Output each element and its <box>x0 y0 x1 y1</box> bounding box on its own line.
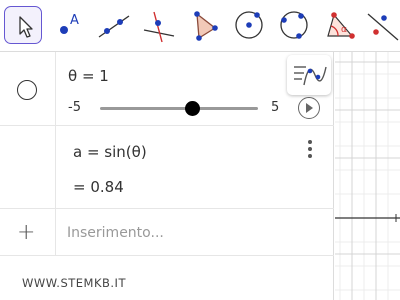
line-icon <box>98 15 130 38</box>
slider-max-label: 5 <box>271 100 280 115</box>
point-icon: A <box>60 13 79 34</box>
algebra-view: θ = 1 -5 5 a = sin(θ) = 0.84 + Inserimen… <box>0 52 334 300</box>
marble-column <box>0 52 56 125</box>
marble-column <box>0 126 56 208</box>
polygon-tool-button[interactable] <box>185 6 223 44</box>
slider-expression[interactable]: θ = 1 <box>68 67 109 85</box>
more-options-icon[interactable] <box>306 140 314 160</box>
function-row[interactable]: a = sin(θ) = 0.84 <box>0 126 334 209</box>
toolbar: A α <box>0 0 400 52</box>
circle-center-icon <box>235 11 263 39</box>
point-label: A <box>70 13 79 28</box>
graphics-view[interactable] <box>335 52 400 300</box>
arrow-cursor-icon <box>19 16 33 38</box>
function-result: = 0.84 <box>73 178 124 196</box>
input-bar[interactable]: Inserimento... <box>67 225 164 241</box>
input-row[interactable]: + Inserimento... <box>0 209 334 256</box>
polygon-icon <box>194 11 218 41</box>
play-button[interactable] <box>298 97 320 119</box>
style-bar-button[interactable] <box>287 55 331 95</box>
point-tool-button[interactable]: A <box>50 6 88 44</box>
visibility-toggle[interactable] <box>17 80 37 100</box>
angle-tool-button[interactable]: α <box>320 6 358 44</box>
circle-three-points-tool-button[interactable] <box>275 6 313 44</box>
function-definition[interactable]: a = sin(θ) <box>73 143 147 161</box>
footer-link[interactable]: WWW.STEMKB.IT <box>22 276 126 290</box>
coordinate-grid <box>335 52 400 300</box>
reflect-tool-button[interactable] <box>364 6 400 44</box>
perpendicular-line-icon <box>143 11 175 43</box>
marble-column: + <box>0 209 56 255</box>
perpendicular-line-tool-button[interactable] <box>140 6 178 44</box>
slider-row[interactable]: θ = 1 -5 5 <box>0 52 334 126</box>
slider-thumb[interactable] <box>185 101 200 116</box>
move-tool-button[interactable] <box>4 6 42 44</box>
circle-center-point-tool-button[interactable] <box>230 6 268 44</box>
angle-icon: α <box>327 12 355 39</box>
angle-label: α <box>341 25 347 35</box>
slider-track[interactable] <box>100 107 258 110</box>
circle-three-points-icon <box>280 11 308 39</box>
plus-icon[interactable]: + <box>17 220 35 245</box>
line-tool-button[interactable] <box>95 6 133 44</box>
slider-min-label: -5 <box>68 100 81 115</box>
reflect-line-icon <box>367 13 399 41</box>
graph-style-icon <box>294 66 327 86</box>
